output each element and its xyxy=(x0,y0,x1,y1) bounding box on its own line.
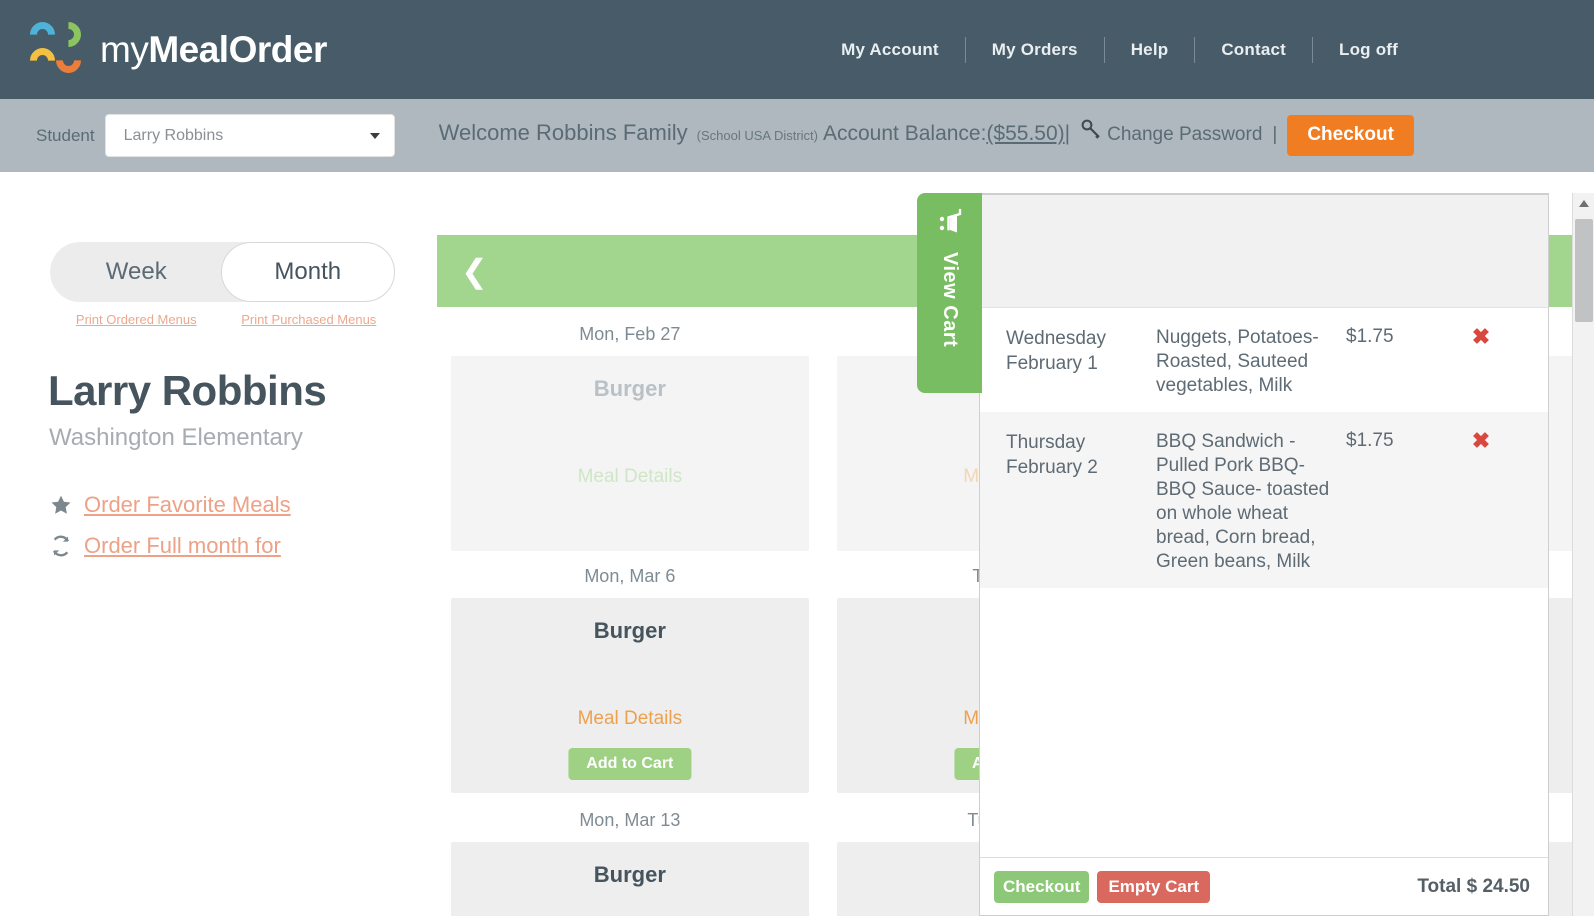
cart-total: Total $ 24.50 xyxy=(1417,875,1530,897)
change-password-pipe: | xyxy=(1272,124,1278,145)
calendar-date: Mon, Mar 13 xyxy=(579,809,681,830)
chevron-down-icon xyxy=(369,132,380,139)
meal-details-link[interactable]: Meal Details xyxy=(451,708,809,730)
page-scrollbar[interactable] xyxy=(1572,193,1594,916)
meal-details-link[interactable]: Meal Details xyxy=(451,466,809,488)
print-ordered-menus-link[interactable]: Print Ordered Menus xyxy=(50,310,223,329)
student-label: Student xyxy=(36,125,95,145)
toggle-week[interactable]: Week xyxy=(50,258,223,286)
account-balance-value[interactable]: ($55.50) xyxy=(986,122,1064,146)
account-sub-bar: Student Larry Robbins Welcome Robbins Fa… xyxy=(0,99,1594,172)
change-password-link[interactable]: Change Password xyxy=(1107,124,1262,146)
order-favorite-meals-action[interactable]: Order Favorite Meals xyxy=(48,492,291,518)
cart-items-list: Wednesday February 1 Nuggets, Potatoes-R… xyxy=(980,308,1548,588)
key-icon xyxy=(1080,118,1102,140)
order-full-month-label: Order Full month for xyxy=(84,533,281,558)
cart-item-description: Nuggets, Potatoes-Roasted, Sauteed veget… xyxy=(1156,327,1319,396)
star-icon xyxy=(48,492,74,518)
view-cart-label: View Cart xyxy=(939,252,961,348)
calendar-day-cell: Burger xyxy=(437,842,823,916)
cart-panel: Wednesday February 1 Nuggets, Potatoes-R… xyxy=(979,193,1549,916)
nav-item-my-orders[interactable]: My Orders xyxy=(966,40,1104,60)
print-links: Print Ordered Menus Print Purchased Menu… xyxy=(50,310,395,329)
cart-panel-header xyxy=(980,195,1548,308)
pinwheel-logo-icon xyxy=(24,16,87,78)
student-select-value: Larry Robbins xyxy=(123,126,224,144)
welcome-text: Welcome Robbins Family xyxy=(438,120,688,145)
balance-pipe: | xyxy=(1064,122,1071,145)
view-mode-toggle: Week Month xyxy=(50,242,395,302)
school-name: Washington Elementary xyxy=(49,424,303,451)
cart-item-date: Wednesday February 1 xyxy=(1006,328,1106,374)
calendar-date: Mon, Feb 27 xyxy=(579,323,681,344)
empty-cart-button[interactable]: Empty Cart xyxy=(1097,870,1211,903)
view-cart-tab[interactable]: View Cart xyxy=(917,193,982,393)
nav-item-help[interactable]: Help xyxy=(1105,40,1195,60)
welcome-block: Welcome Robbins Family (School USA Distr… xyxy=(439,115,1414,156)
district-text: (School USA District) xyxy=(696,128,818,143)
nav-item-my-account[interactable]: My Account xyxy=(815,40,965,60)
scroll-up-arrow-icon[interactable] xyxy=(1573,193,1594,213)
remove-x-icon[interactable]: ✖ xyxy=(1446,430,1516,574)
cart-item-date: Thursday February 2 xyxy=(1006,432,1098,478)
calendar-day-cell: Burger Meal Details xyxy=(437,356,823,551)
cart-item-price: $1.75 xyxy=(1346,326,1394,347)
brand-text-light: my xyxy=(100,28,149,70)
top-header: myMealOrder My Account My Orders Help Co… xyxy=(0,0,1594,99)
calendar-day-cell: Burger Meal Details Add to Cart xyxy=(437,598,823,793)
checkout-button[interactable]: Checkout xyxy=(1287,115,1414,156)
brand-text-bold: MealOrder xyxy=(148,28,327,70)
add-to-cart-button[interactable]: Add to Cart xyxy=(568,748,692,780)
meal-name: Burger xyxy=(593,376,666,401)
brand-text: myMealOrder xyxy=(100,29,327,71)
cart-row: Wednesday February 1 Nuggets, Potatoes-R… xyxy=(980,308,1548,412)
cart-item-description: BBQ Sandwich - Pulled Pork BBQ- BBQ Sauc… xyxy=(1156,431,1330,572)
meal-name: Burger xyxy=(593,618,666,643)
toggle-month[interactable]: Month xyxy=(220,242,395,302)
meal-name: Burger xyxy=(593,862,666,887)
calendar-date: Mon, Mar 6 xyxy=(584,565,676,586)
sidebar: Week Month Print Ordered Menus Print Pur… xyxy=(0,172,420,916)
cart-item-price: $1.75 xyxy=(1346,430,1394,451)
remove-x-icon[interactable]: ✖ xyxy=(1446,326,1516,398)
refresh-icon xyxy=(48,533,74,559)
nav-item-log-off[interactable]: Log off xyxy=(1313,40,1424,60)
shopping-cart-icon xyxy=(935,207,965,242)
brand-logo[interactable]: myMealOrder xyxy=(24,16,327,78)
cart-row: Thursday February 2 BBQ Sandwich - Pulle… xyxy=(980,412,1548,588)
cart-footer: Checkout Empty Cart Total $ 24.50 xyxy=(980,857,1548,915)
account-balance-label: Account Balance: xyxy=(823,122,987,145)
student-name-heading: Larry Robbins xyxy=(48,367,327,414)
nav-item-contact[interactable]: Contact xyxy=(1195,40,1312,60)
print-purchased-menus-link[interactable]: Print Purchased Menus xyxy=(223,310,396,329)
scrollbar-thumb[interactable] xyxy=(1575,219,1593,322)
order-full-month-action[interactable]: Order Full month for xyxy=(48,533,281,559)
cart-checkout-button[interactable]: Checkout xyxy=(994,870,1090,903)
student-select[interactable]: Larry Robbins xyxy=(104,114,395,157)
order-favorite-meals-label: Order Favorite Meals xyxy=(84,492,291,517)
top-nav: My Account My Orders Help Contact Log of… xyxy=(815,36,1424,63)
